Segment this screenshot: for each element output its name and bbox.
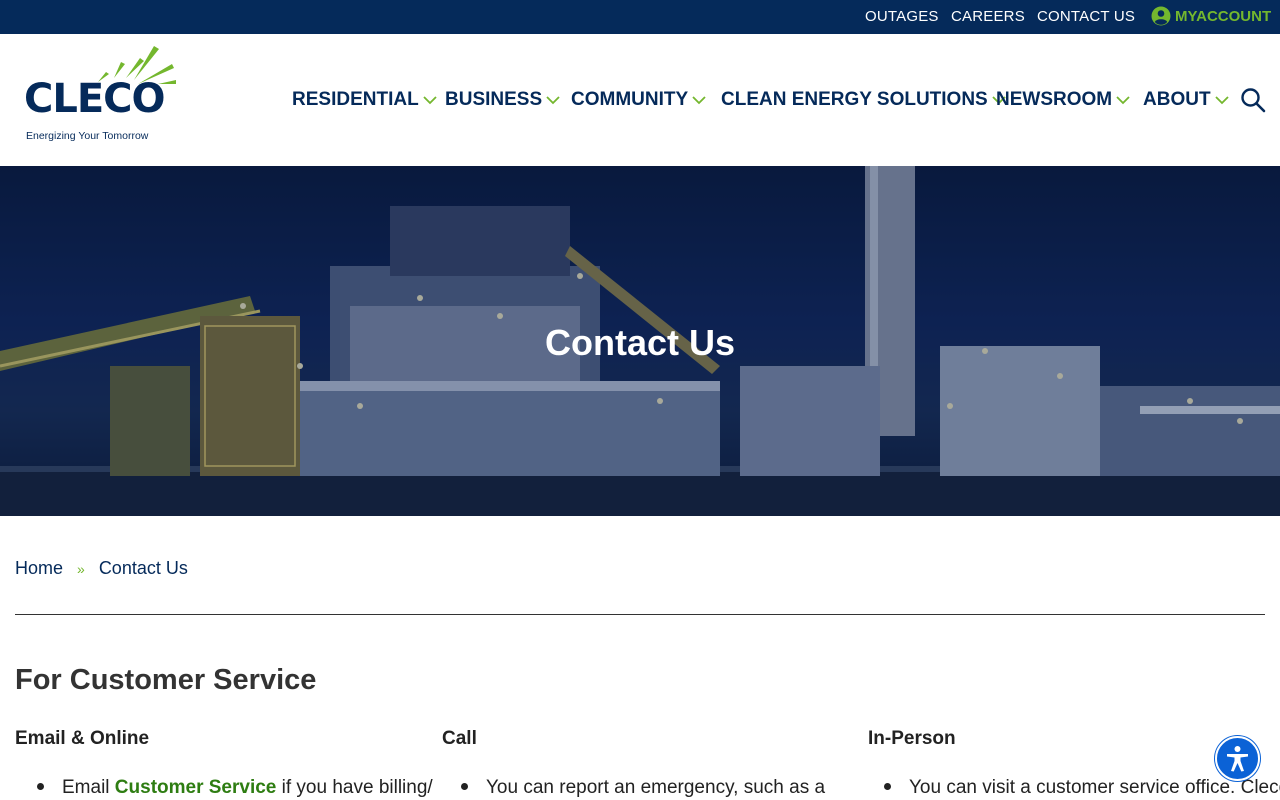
cleco-logo[interactable]: CLECO Energizing Your Tomorrow bbox=[14, 44, 184, 142]
email-online-heading: Email & Online bbox=[15, 728, 150, 749]
call-heading: Call bbox=[442, 728, 477, 749]
nav-clean-energy-solutions[interactable]: CLEAN ENERGY SOLUTIONS bbox=[721, 89, 1006, 111]
email-item-prefix: Email bbox=[62, 777, 115, 798]
customer-service-link[interactable]: Customer Service bbox=[115, 777, 277, 799]
myaccount-link[interactable]: MYACCOUNT bbox=[1151, 6, 1271, 26]
utility-bar: OUTAGES CAREERS CONTACT US MYACCOUNT bbox=[0, 0, 1280, 34]
bullet bbox=[461, 783, 468, 790]
site-header: CLECO Energizing Your Tomorrow RESIDENTI… bbox=[0, 34, 1280, 166]
nav-newsroom[interactable]: NEWSROOM bbox=[996, 89, 1130, 111]
nav-business[interactable]: BUSINESS bbox=[445, 89, 560, 111]
bullet bbox=[884, 783, 891, 790]
nav-business-label: BUSINESS bbox=[445, 89, 543, 110]
call-item-text: You can report an emergency, such as a bbox=[486, 777, 826, 798]
nav-residential[interactable]: RESIDENTIAL bbox=[292, 89, 437, 111]
content-divider bbox=[15, 614, 1265, 615]
nav-about[interactable]: ABOUT bbox=[1143, 89, 1229, 111]
nav-newsroom-label: NEWSROOM bbox=[996, 89, 1113, 110]
myaccount-label: MYACCOUNT bbox=[1175, 7, 1272, 25]
nav-community-label: COMMUNITY bbox=[571, 89, 689, 110]
chevron-down-icon bbox=[1116, 96, 1130, 105]
list-item: Email Customer Service if you have billi… bbox=[37, 777, 433, 799]
breadcrumb-separator: » bbox=[77, 560, 85, 577]
nav-clean-energy-label: CLEAN ENERGY SOLUTIONS bbox=[721, 89, 988, 110]
in-person-heading: In-Person bbox=[868, 728, 956, 749]
account-circle-icon bbox=[1151, 6, 1171, 26]
breadcrumb: Home » Contact Us bbox=[15, 558, 188, 579]
breadcrumb-current: Contact Us bbox=[98, 558, 188, 578]
chevron-down-icon bbox=[423, 96, 437, 105]
list-item: You can visit a customer service office.… bbox=[884, 777, 1280, 799]
contact-us-link[interactable]: CONTACT US bbox=[1037, 8, 1135, 25]
chevron-down-icon bbox=[1214, 96, 1229, 105]
nav-residential-label: RESIDENTIAL bbox=[292, 89, 419, 110]
nav-community[interactable]: COMMUNITY bbox=[571, 89, 706, 111]
accessibility-button[interactable] bbox=[1215, 736, 1260, 781]
in-person-item-text: You can visit a customer service office.… bbox=[909, 777, 1280, 798]
chevron-down-icon bbox=[546, 96, 560, 105]
logo-tagline: Energizing Your Tomorrow bbox=[26, 130, 149, 142]
breadcrumb-home[interactable]: Home bbox=[15, 558, 63, 579]
careers-link[interactable]: CAREERS bbox=[951, 8, 1025, 25]
accessibility-icon bbox=[1227, 746, 1248, 772]
list-item: You can report an emergency, such as a bbox=[461, 777, 825, 799]
page-title: Contact Us bbox=[544, 322, 736, 363]
outages-link[interactable]: OUTAGES bbox=[865, 8, 939, 25]
logo-wordmark: CLECO bbox=[24, 76, 166, 122]
section-title: For Customer Service bbox=[15, 664, 317, 696]
chevron-down-icon bbox=[692, 96, 706, 105]
bullet bbox=[37, 783, 44, 790]
email-item-suffix: if you have billing/ bbox=[276, 777, 433, 798]
nav-about-label: ABOUT bbox=[1143, 89, 1211, 110]
search-icon[interactable] bbox=[1240, 87, 1266, 113]
hero-banner: Contact Us bbox=[0, 166, 1280, 516]
